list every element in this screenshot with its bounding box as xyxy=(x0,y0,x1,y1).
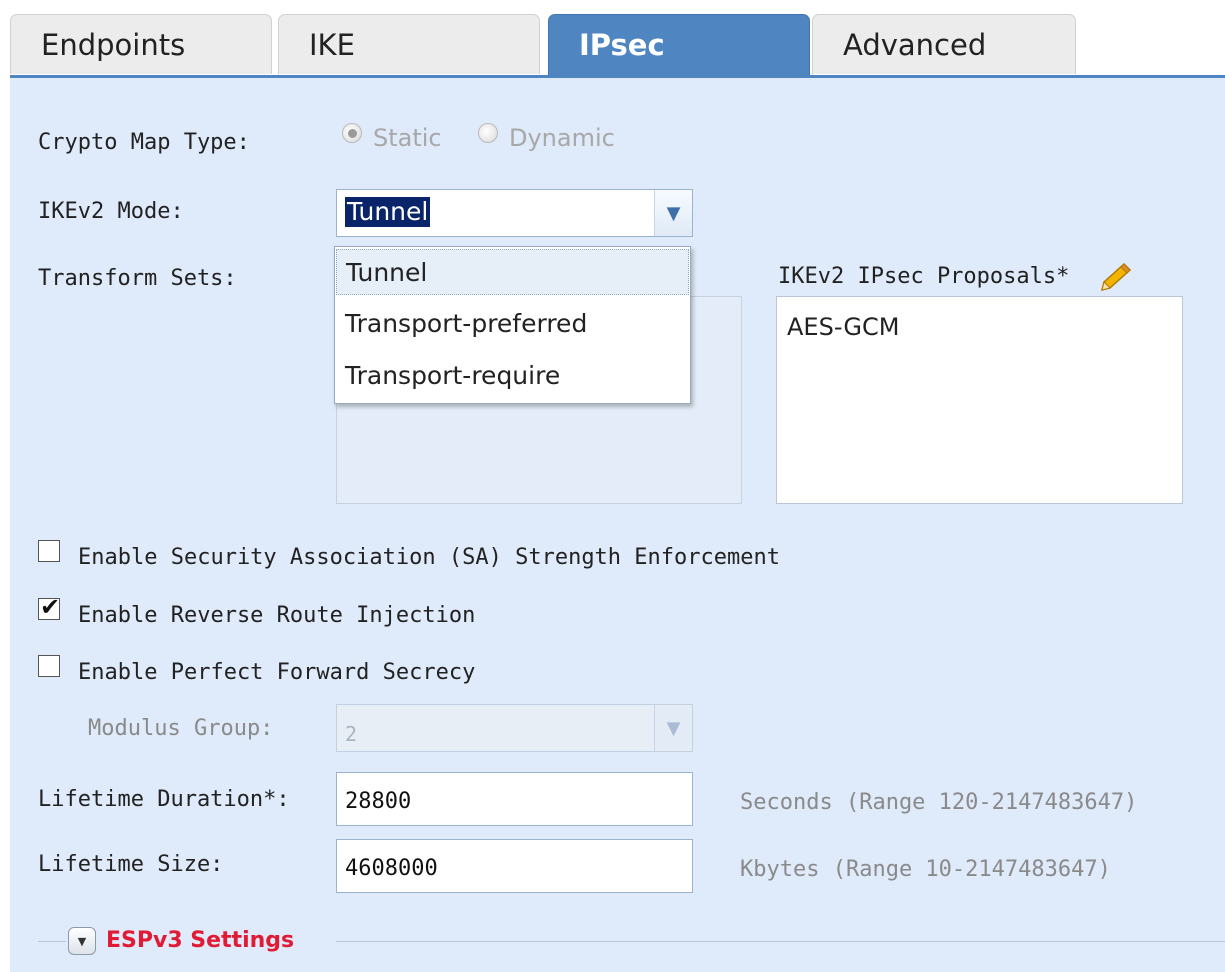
dropdown-option-tunnel[interactable]: Tunnel xyxy=(336,249,689,295)
static-radio-label: Static xyxy=(373,124,442,152)
lifetime-duration-label: Lifetime Duration*: xyxy=(38,787,290,812)
dropdown-option-transport-require[interactable]: Transport-require xyxy=(336,353,689,399)
chevron-down-icon[interactable]: ▼ xyxy=(68,927,96,955)
lifetime-size-hint: Kbytes (Range 10-2147483647) xyxy=(740,857,1111,882)
static-radio[interactable] xyxy=(342,123,362,143)
lifetime-size-input[interactable]: 4608000 xyxy=(336,839,693,893)
ipsec-dialog: Endpoints IKE Advanced IPsec Crypto Map … xyxy=(0,0,1225,972)
pencil-icon[interactable] xyxy=(1096,262,1136,296)
chevron-down-icon[interactable]: ▼ xyxy=(654,705,692,751)
dynamic-radio-label: Dynamic xyxy=(509,124,615,152)
sa-strength-label: Enable Security Association (SA) Strengt… xyxy=(78,545,780,570)
pfs-checkbox[interactable] xyxy=(38,655,60,677)
ikev2-mode-label: IKEv2 Mode: xyxy=(38,199,184,224)
transform-sets-label: Transform Sets: xyxy=(38,266,237,291)
reverse-route-checkbox[interactable]: ✔ xyxy=(38,593,60,621)
ikev2-mode-dropdown: Tunnel Transport-preferred Transport-req… xyxy=(334,246,691,404)
chevron-down-icon[interactable]: ▼ xyxy=(654,190,692,236)
modulus-group-value: 2 xyxy=(345,722,358,746)
tab-ipsec[interactable]: IPsec xyxy=(548,14,810,76)
tab-ike[interactable]: IKE xyxy=(278,14,540,74)
tab-bar: Endpoints IKE Advanced IPsec xyxy=(0,0,1225,78)
dropdown-option-transport-preferred[interactable]: Transport-preferred xyxy=(336,301,689,347)
esp-settings-title[interactable]: ESPv3 Settings xyxy=(106,928,294,953)
lifetime-duration-hint: Seconds (Range 120-2147483647) xyxy=(740,790,1138,815)
ikev2-proposals-list[interactable]: AES-GCM xyxy=(776,296,1183,504)
modulus-group-select[interactable]: 2 ▼ xyxy=(336,704,693,752)
lifetime-size-label: Lifetime Size: xyxy=(38,852,224,877)
dynamic-radio[interactable] xyxy=(478,123,498,143)
tab-endpoints[interactable]: Endpoints xyxy=(10,14,272,74)
section-divider xyxy=(38,941,66,942)
reverse-route-label: Enable Reverse Route Injection xyxy=(78,603,476,628)
sa-strength-checkbox[interactable] xyxy=(38,540,60,562)
crypto-map-type-label: Crypto Map Type: xyxy=(38,130,250,155)
ikev2-proposals-label: IKEv2 IPsec Proposals* xyxy=(778,264,1070,289)
modulus-group-label: Modulus Group: xyxy=(88,716,274,741)
pfs-label: Enable Perfect Forward Secrecy xyxy=(78,660,476,685)
section-divider xyxy=(336,941,1225,942)
ikev2-mode-select[interactable]: Tunnel ▼ xyxy=(336,189,693,237)
lifetime-duration-value: 28800 xyxy=(345,789,412,814)
ikev2-mode-value: Tunnel xyxy=(345,197,431,227)
list-item[interactable]: AES-GCM xyxy=(787,313,899,341)
lifetime-size-value: 4608000 xyxy=(345,856,438,881)
tab-advanced[interactable]: Advanced xyxy=(812,14,1076,74)
checkmark-icon: ✔ xyxy=(40,593,61,621)
lifetime-duration-input[interactable]: 28800 xyxy=(336,772,693,826)
